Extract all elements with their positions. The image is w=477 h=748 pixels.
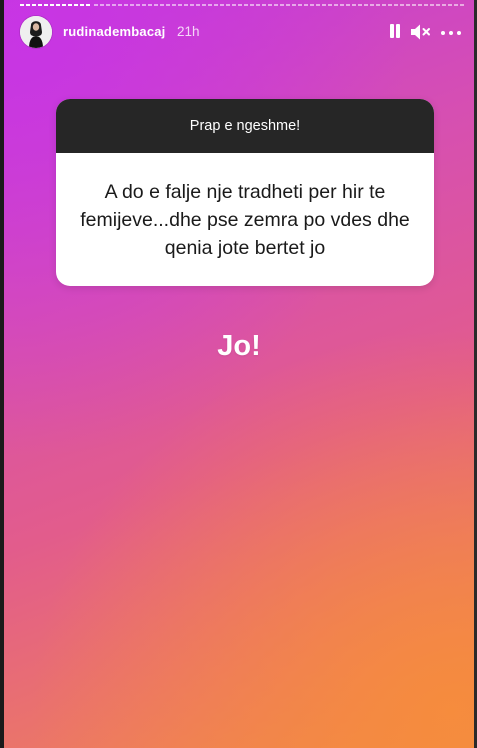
avatar-image [20, 16, 52, 48]
sticker-question-text: A do e falje nje tradheti per hir te fem… [80, 180, 410, 259]
sticker-question-body: A do e falje nje tradheti per hir te fem… [56, 153, 434, 286]
story-header: rudinadembacaj 21h [20, 16, 465, 48]
question-sticker[interactable]: Prap e ngeshme! A do e falje nje tradhet… [56, 99, 434, 286]
speaker-muted-icon[interactable] [409, 22, 433, 42]
story-timestamp: 21h [177, 24, 200, 39]
pause-icon[interactable] [386, 22, 404, 42]
progress-segment-viewed [20, 4, 92, 6]
answer-text: Jo! [217, 330, 261, 362]
username[interactable]: rudinadembacaj [63, 24, 166, 39]
story-progress-bar [20, 4, 465, 6]
more-options-icon[interactable] [439, 22, 465, 42]
avatar[interactable] [20, 16, 52, 48]
progress-segment-remaining [94, 4, 465, 6]
sticker-prompt: Prap e ngeshme! [56, 99, 434, 153]
story-viewer[interactable]: rudinadembacaj 21h Prap e ngeshme! A do … [4, 0, 474, 748]
